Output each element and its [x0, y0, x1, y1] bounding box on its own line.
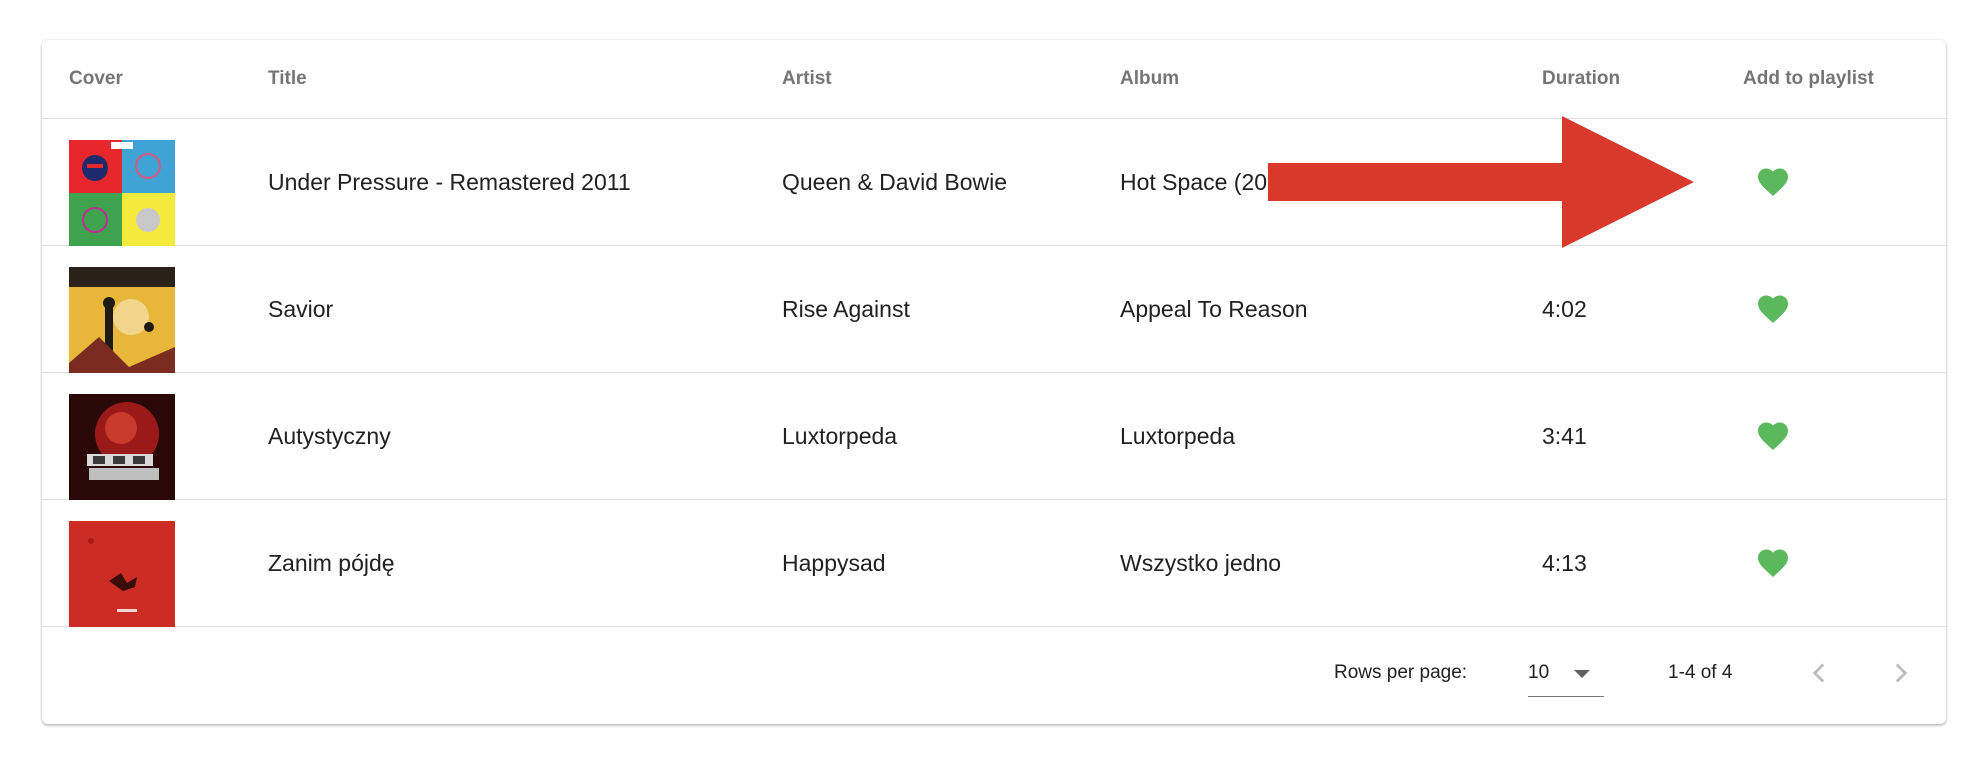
song-duration: 4:02: [1542, 296, 1587, 322]
song-artist: Happysad: [782, 550, 886, 576]
song-title: Zanim pójdę: [268, 550, 395, 576]
caret-down-icon: [1574, 670, 1590, 678]
album-cover-happysad: [69, 521, 175, 627]
chevron-right-icon: [1884, 663, 1918, 694]
column-header-artist: Artist: [782, 68, 832, 89]
column-header-add-to-playlist: Add to playlist: [1743, 68, 1874, 89]
song-title: Savior: [268, 296, 334, 322]
heart-icon[interactable]: [1755, 418, 1791, 454]
song-artist: Luxtorpeda: [782, 423, 898, 449]
heart-icon[interactable]: [1755, 164, 1791, 200]
next-page-button[interactable]: [1884, 656, 1918, 690]
song-duration: 3:41: [1542, 423, 1587, 449]
chevron-left-icon: [1802, 663, 1836, 694]
table-row: Zanim pójdę Happysad Wszystko jedno 4:13: [42, 500, 1946, 627]
song-title: Autystyczny: [268, 423, 391, 449]
songs-table-card: Cover Title Artist Album Duration Add to…: [42, 40, 1946, 724]
rows-per-page-select[interactable]: 10: [1528, 650, 1604, 697]
previous-page-button[interactable]: [1802, 656, 1836, 690]
column-header-title: Title: [268, 68, 307, 89]
table-header: Cover Title Artist Album Duration Add to…: [42, 40, 1946, 119]
song-album: Luxtorpeda: [1120, 423, 1236, 449]
song-title: Under Pressure - Remastered 2011: [268, 169, 631, 195]
song-album: Hot Space (20: [1120, 169, 1268, 195]
song-album: Appeal To Reason: [1120, 296, 1308, 322]
heart-icon[interactable]: [1755, 545, 1791, 581]
album-cover-queen: [69, 140, 175, 246]
rows-per-page-value: 10: [1528, 662, 1550, 683]
song-duration: 4:13: [1542, 550, 1587, 576]
heart-icon[interactable]: [1755, 291, 1791, 327]
album-cover-luxtorpeda: [69, 394, 175, 500]
song-artist: Queen & David Bowie: [782, 169, 1008, 195]
rows-per-page-label: Rows per page:: [1334, 662, 1468, 683]
table-row: Savior Rise Against Appeal To Reason 4:0…: [42, 246, 1946, 373]
table-row: Under Pressure - Remastered 2011 Queen &…: [42, 119, 1946, 246]
song-album: Wszystko jedno: [1120, 550, 1282, 576]
album-cover-rise-against: [69, 267, 175, 373]
column-header-cover: Cover: [69, 68, 123, 89]
column-header-album: Album: [1120, 68, 1180, 89]
table-pagination: Rows per page: 10 1-4 of 4: [42, 622, 1946, 724]
song-artist: Rise Against: [782, 296, 910, 322]
column-header-duration: Duration: [1542, 68, 1621, 89]
table-row: Autystyczny Luxtorpeda Luxtorpeda 3:41: [42, 373, 1946, 500]
pagination-range: 1-4 of 4: [1668, 662, 1733, 683]
